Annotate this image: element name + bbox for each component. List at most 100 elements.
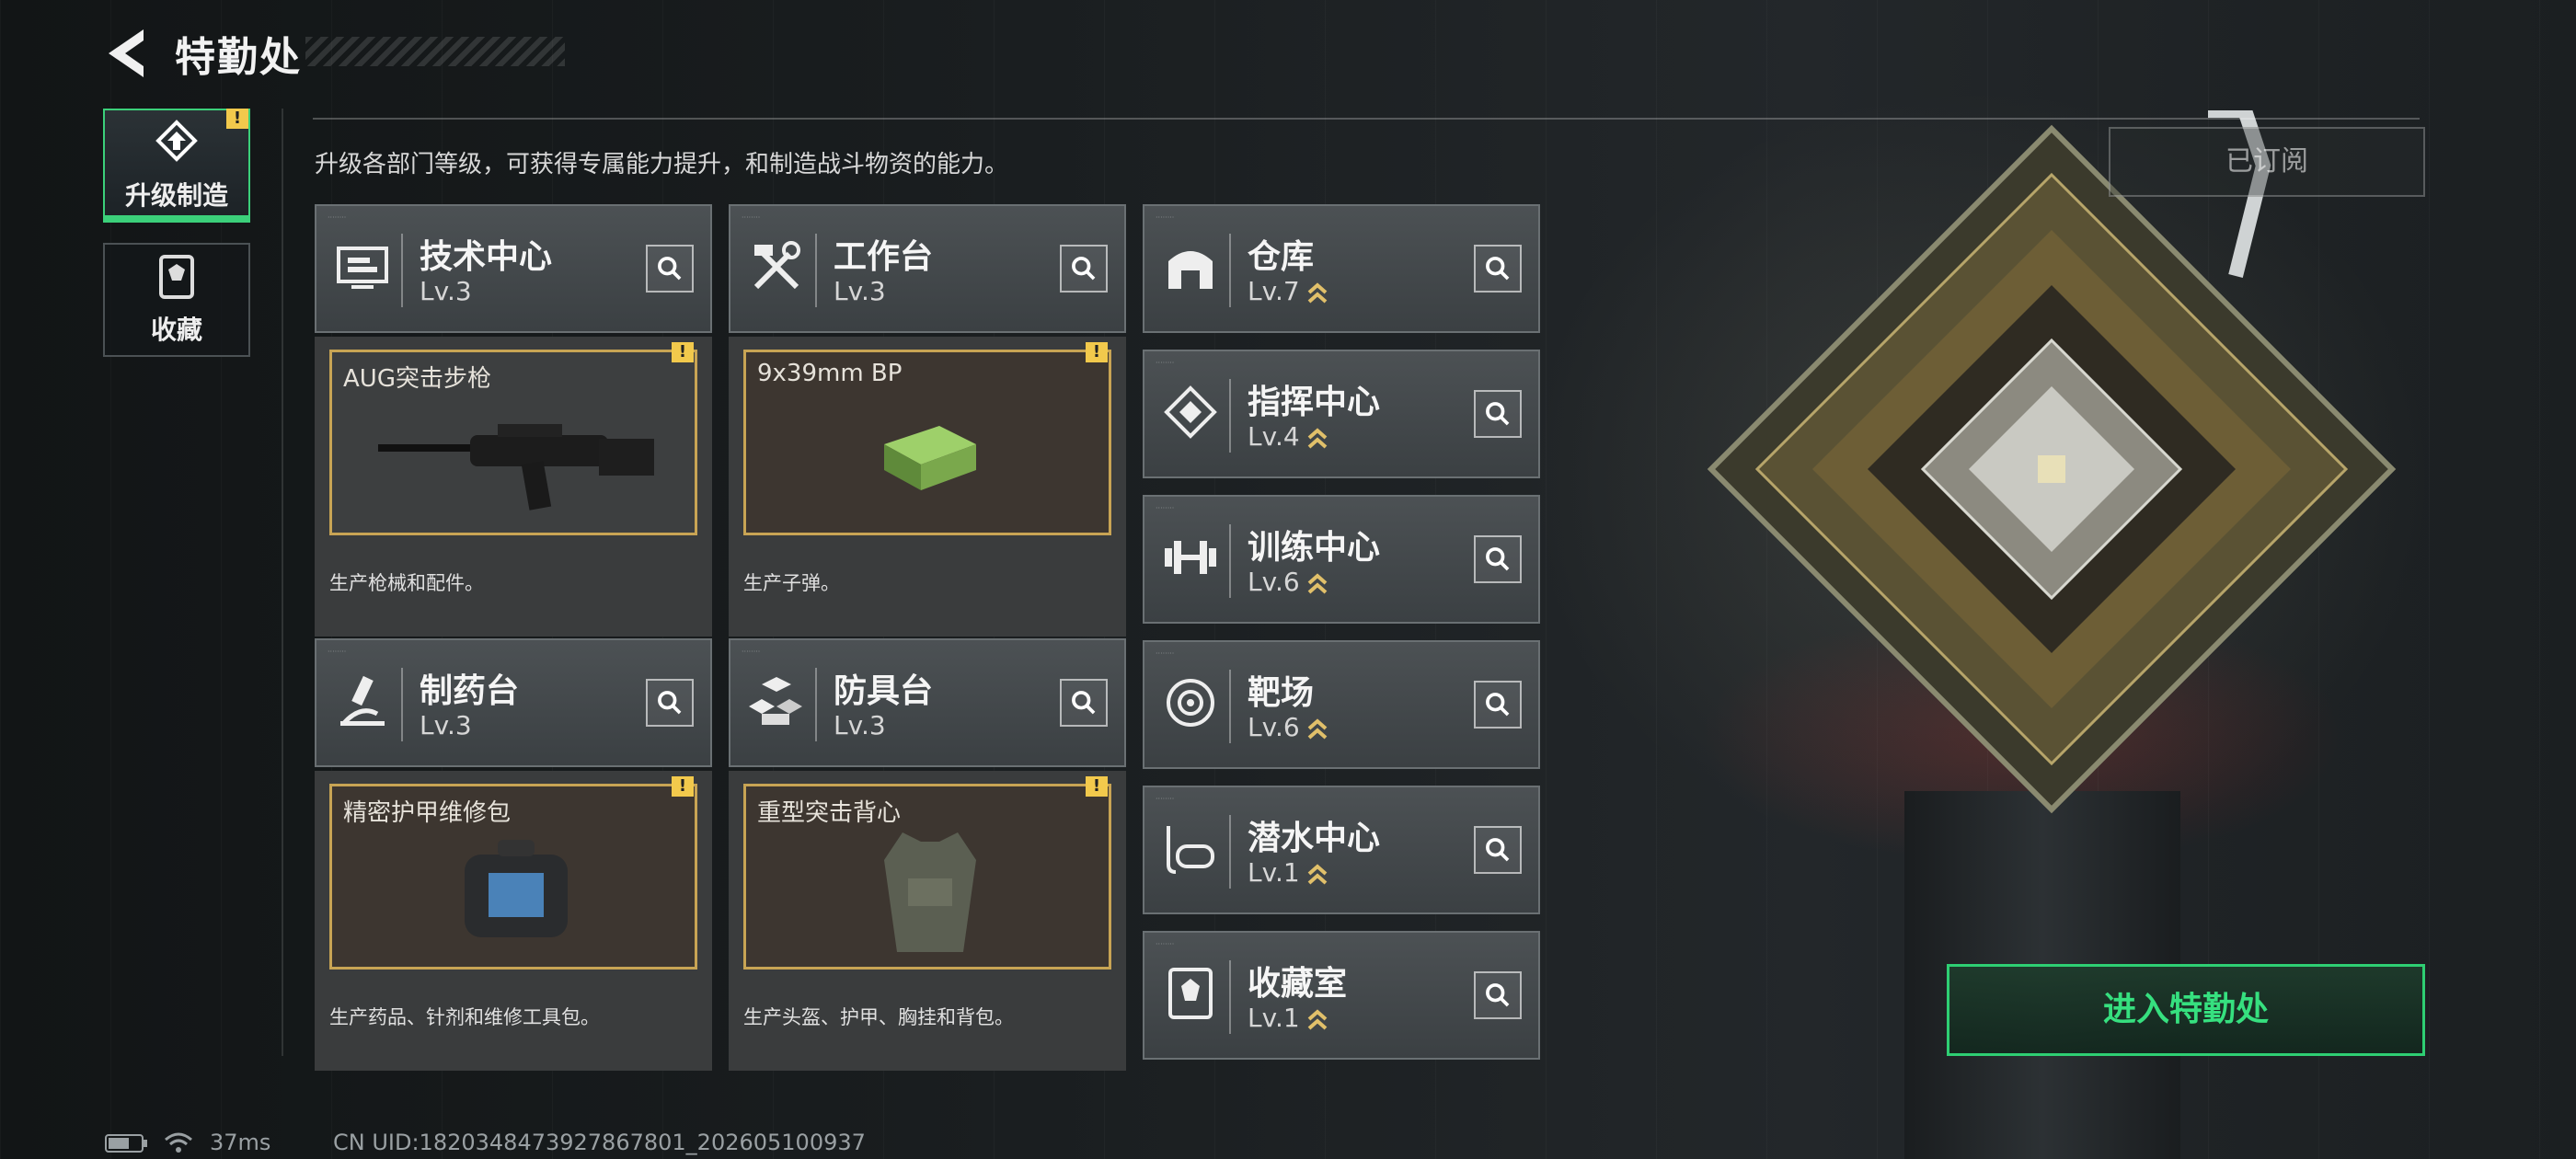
card-corner-mark: ········ [1156, 649, 1175, 658]
search-icon[interactable] [1060, 245, 1108, 293]
card-corner-mark: ········ [1156, 504, 1175, 512]
subscribed-button[interactable]: 已订阅 [2109, 127, 2425, 197]
tab-label: 收藏 [150, 315, 202, 345]
diving-center-icon [1167, 826, 1214, 874]
search-icon[interactable] [1474, 535, 1522, 583]
uid-readout: CN UID:1820348473927867801_202605100937 [333, 1130, 866, 1155]
card-corner-mark: ········ [742, 648, 761, 656]
warning-badge: ! [672, 342, 694, 362]
level-text: Lv.4 [1248, 421, 1300, 452]
wifi-icon [165, 1132, 192, 1153]
card-body: AUG突击步枪 生产枪械和配件。 [315, 337, 712, 637]
facility-card-workbench[interactable]: ········ 工作台 Lv.3 9x39mm BP 生产子弹。 ! [729, 204, 1126, 637]
facility-name: 制药台 [420, 672, 520, 710]
facility-name: 训练中心 [1248, 529, 1381, 567]
card-corner-mark: ········ [1156, 213, 1175, 222]
separator [1229, 670, 1231, 743]
workbench-icon [753, 241, 800, 290]
warning-badge: ! [1086, 342, 1108, 362]
facility-card-diving-center[interactable]: ········ 潜水中心 Lv.1 [1143, 786, 1540, 914]
facility-card-pharmacy[interactable]: ········ 制药台 Lv.3 精密护甲维修包 生产药品、针剂和维修工具包。… [315, 638, 712, 1071]
product-description: 生产子弹。 [743, 572, 840, 594]
card-corner-mark: ········ [742, 213, 761, 222]
facility-level: Lv.3 [834, 710, 886, 740]
facility-card-training-center[interactable]: ········ 训练中心 Lv.6 [1143, 495, 1540, 624]
card-header: ········ 制药台 Lv.3 [315, 638, 712, 767]
separator [401, 234, 403, 307]
search-icon[interactable] [1474, 390, 1522, 438]
facility-card-collection-room[interactable]: ········ 收藏室 Lv.1 [1143, 931, 1540, 1060]
page-subtitle: 升级各部门等级，可获得专属能力提升，和制造战斗物资的能力。 [315, 151, 1009, 178]
level-text: Lv.1 [1248, 1003, 1300, 1033]
product-slot[interactable]: 精密护甲维修包 [329, 784, 697, 970]
rifle-icon [378, 424, 654, 511]
facility-level: Lv.6 [1248, 567, 1328, 597]
product-slot[interactable]: 重型突击背心 [743, 784, 1111, 970]
level-text: Lv.6 [1248, 712, 1300, 742]
training-center-icon [1165, 541, 1216, 574]
product-description: 生产药品、针剂和维修工具包。 [329, 1006, 600, 1028]
search-icon[interactable] [1474, 245, 1522, 293]
facility-card-command-center[interactable]: ········ 指挥中心 Lv.4 [1143, 350, 1540, 478]
level-up-chevron-icon [1307, 864, 1328, 885]
search-icon[interactable] [1474, 681, 1522, 729]
tab-collection[interactable]: 收藏 [103, 243, 250, 357]
facility-level: Lv.7 [1248, 276, 1328, 306]
battery-icon [105, 1134, 147, 1153]
level-up-chevron-icon [1307, 1009, 1328, 1030]
armor-bench-icon [749, 677, 802, 725]
level-up-chevron-icon [1307, 428, 1328, 449]
hq-cube-render [1707, 110, 2397, 814]
card-corner-mark: ········ [1156, 359, 1175, 367]
ping-readout: 37ms [210, 1130, 271, 1155]
upgrade-craft-icon [155, 120, 198, 162]
facility-name: 指挥中心 [1248, 384, 1381, 421]
card-header: ········ 收藏室 Lv.1 [1143, 931, 1540, 1060]
separator [401, 668, 403, 741]
card-body: 重型突击背心 生产头盔、护甲、胸挂和背包。 [729, 771, 1126, 1071]
level-up-chevron-icon [1307, 718, 1328, 740]
facility-name: 潜水中心 [1248, 820, 1381, 857]
separator [1229, 379, 1231, 453]
level-text: Lv.6 [1248, 567, 1300, 597]
card-header: ········ 训练中心 Lv.6 [1143, 495, 1540, 624]
facility-level: Lv.1 [1248, 857, 1328, 888]
vest-icon [884, 832, 976, 952]
facility-card-tech-center[interactable]: ········ 技术中心 Lv.3 AUG突击步枪 生产枪械和配件。 ! [315, 204, 712, 637]
title-decoration [305, 37, 565, 66]
card-header: ········ 靶场 Lv.6 [1143, 640, 1540, 769]
card-header: ········ 技术中心 Lv.3 [315, 204, 712, 333]
card-header: ········ 潜水中心 Lv.1 [1143, 786, 1540, 914]
facility-card-armor-bench[interactable]: ········ 防具台 Lv.3 重型突击背心 生产头盔、护甲、胸挂和背包。 … [729, 638, 1126, 1071]
search-icon[interactable] [1474, 826, 1522, 874]
tech-center-icon [337, 247, 388, 289]
enter-hq-button[interactable]: 进入特勤处 [1947, 964, 2425, 1056]
card-corner-mark: ········ [328, 648, 347, 656]
facility-level: Lv.3 [420, 276, 472, 306]
search-icon[interactable] [646, 679, 694, 727]
facility-name: 防具台 [834, 672, 934, 710]
facility-name: 技术中心 [420, 238, 553, 276]
search-icon[interactable] [1060, 679, 1108, 727]
search-icon[interactable] [646, 245, 694, 293]
facility-card-shooting-range[interactable]: ········ 靶场 Lv.6 [1143, 640, 1540, 769]
card-body: 9x39mm BP 生产子弹。 [729, 337, 1126, 637]
back-button[interactable] [103, 26, 155, 81]
active-indicator [105, 215, 248, 221]
facility-level: Lv.3 [420, 710, 472, 740]
product-slot[interactable]: AUG突击步枪 [329, 350, 697, 535]
product-name: 精密护甲维修包 [343, 799, 512, 827]
level-text: Lv.7 [1248, 276, 1300, 306]
card-corner-mark: ········ [1156, 795, 1175, 803]
warning-badge: ! [1086, 776, 1108, 797]
card-header: ········ 仓库 Lv.7 [1143, 204, 1540, 333]
facility-card-warehouse[interactable]: ········ 仓库 Lv.7 [1143, 204, 1540, 333]
command-center-icon [1164, 385, 1217, 439]
product-slot[interactable]: 9x39mm BP [743, 350, 1111, 535]
facility-level: Lv.6 [1248, 712, 1328, 742]
search-icon[interactable] [1474, 971, 1522, 1019]
card-header: ········ 工作台 Lv.3 [729, 204, 1126, 333]
facility-level: Lv.1 [1248, 1003, 1328, 1033]
pharmacy-icon [340, 675, 385, 726]
ammo-box-icon [884, 426, 976, 490]
